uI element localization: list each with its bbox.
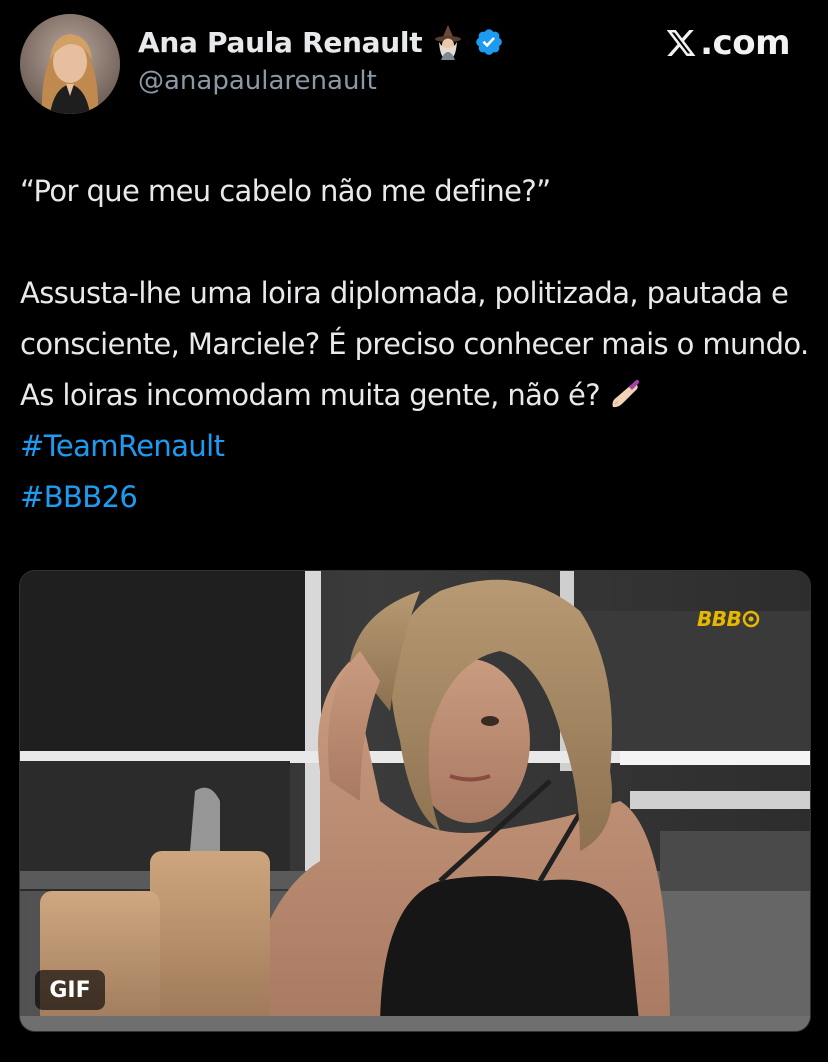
bbb-logo-text: BBB — [697, 607, 742, 631]
tweet-media-gif[interactable] — [19, 570, 811, 1032]
nail-polish-icon — [609, 374, 641, 408]
verified-badge-icon — [474, 27, 504, 57]
bbb-watermark-logo: BBB — [697, 604, 760, 634]
tweet-body-text: Assusta-lhe uma loira diplomada, politiz… — [20, 276, 809, 412]
x-brand: .com — [664, 22, 790, 64]
eye-logo-icon — [742, 610, 760, 628]
tweet-text: “Por que meu cabelo não me define?” Assu… — [20, 166, 820, 523]
gif-frame — [20, 571, 810, 1031]
avatar-portrait-icon — [20, 14, 120, 114]
author-handle[interactable]: @anapaularenault — [138, 66, 377, 96]
avatar[interactable] — [20, 14, 120, 114]
gif-badge: GIF — [35, 970, 105, 1010]
hashtag-teamrenault[interactable]: #TeamRenault — [20, 429, 225, 463]
author-name-row: Ana Paula Renault — [138, 22, 504, 62]
witch-icon — [432, 24, 464, 60]
author-display-name[interactable]: Ana Paula Renault — [138, 26, 423, 59]
tweet-body: Assusta-lhe uma loira diplomada, politiz… — [20, 268, 820, 523]
tweet-header: Ana Paula Renault @anapaularenault .com — [0, 0, 828, 130]
brand-label: .com — [700, 23, 790, 63]
tweet-quote-line: “Por que meu cabelo não me define?” — [20, 174, 551, 208]
hashtag-bbb26[interactable]: #BBB26 — [20, 480, 138, 514]
x-logo-icon — [666, 30, 696, 56]
